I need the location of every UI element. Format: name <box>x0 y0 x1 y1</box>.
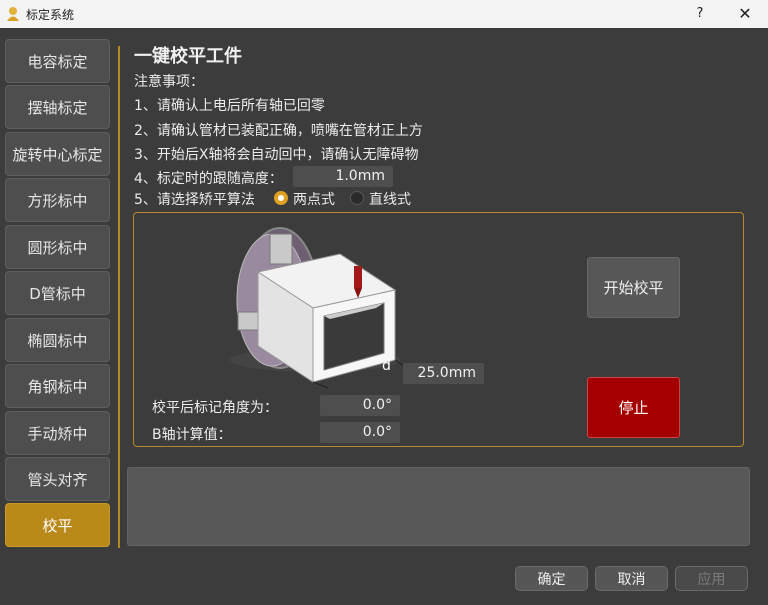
sidebar-item-square-center[interactable]: 方形标中 <box>5 178 110 222</box>
log-output-area[interactable] <box>127 467 750 546</box>
app-logo-icon <box>7 7 19 21</box>
note-3: 3、开始后X轴将会自动回中，请确认无障碍物 <box>134 147 419 163</box>
dimension-d-field[interactable]: 25.0mm <box>403 363 484 384</box>
ok-button[interactable]: 确定 <box>515 566 588 591</box>
sidebar-item-ellipse-center[interactable]: 椭圆标中 <box>5 318 110 362</box>
notes-title: 注意事项： <box>134 74 204 90</box>
note-4: 4、标定时的跟随高度： <box>134 171 283 187</box>
note-1: 1、请确认上电后所有轴已回零 <box>134 98 325 114</box>
sidebar-item-leveling[interactable]: 校平 <box>5 503 110 547</box>
sidebar-item-round-center[interactable]: 圆形标中 <box>5 225 110 269</box>
radio-straight-line-label[interactable]: 直线式 <box>369 189 411 209</box>
sidebar-item-swing-axis[interactable]: 摆轴标定 <box>5 85 110 129</box>
follow-height-field[interactable]: 1.0mm <box>293 166 393 187</box>
radio-two-point-label[interactable]: 两点式 <box>293 189 335 209</box>
apply-button[interactable]: 应用 <box>675 566 748 591</box>
b-axis-field[interactable]: 0.0° <box>320 422 400 443</box>
sidebar-item-manual-center[interactable]: 手动矫中 <box>5 411 110 455</box>
workpiece-illustration-icon <box>230 227 410 389</box>
radio-two-point[interactable] <box>274 191 288 205</box>
radio-straight-line[interactable] <box>350 191 364 205</box>
stop-button[interactable]: 停止 <box>587 377 680 438</box>
dimension-d-label: d <box>382 358 391 374</box>
note-5: 5、请选择矫平算法 <box>134 192 255 208</box>
sidebar-item-d-tube-center[interactable]: D管标中 <box>5 271 110 315</box>
section-divider <box>118 46 120 548</box>
start-leveling-button[interactable]: 开始校平 <box>587 257 680 318</box>
help-button[interactable]: ? <box>688 4 712 24</box>
sidebar-item-tube-head-align[interactable]: 管头对齐 <box>5 457 110 501</box>
window-title: 标定系统 <box>26 8 75 22</box>
close-button[interactable]: ✕ <box>732 3 758 25</box>
sidebar-item-angle-steel-center[interactable]: 角钢标中 <box>5 364 110 408</box>
page-title: 一键校平工件 <box>134 46 242 67</box>
title-bar: 标定系统 ? ✕ <box>0 0 768 28</box>
sidebar-item-rotation-center[interactable]: 旋转中心标定 <box>5 132 110 176</box>
angle-label: 校平后标记角度为： <box>152 400 278 416</box>
sidebar-item-capacitance[interactable]: 电容标定 <box>5 39 110 83</box>
angle-field[interactable]: 0.0° <box>320 395 400 416</box>
b-axis-label: B轴计算值： <box>152 427 232 443</box>
cancel-button[interactable]: 取消 <box>595 566 668 591</box>
note-2: 2、请确认管材已装配正确，喷嘴在管材正上方 <box>134 123 423 139</box>
